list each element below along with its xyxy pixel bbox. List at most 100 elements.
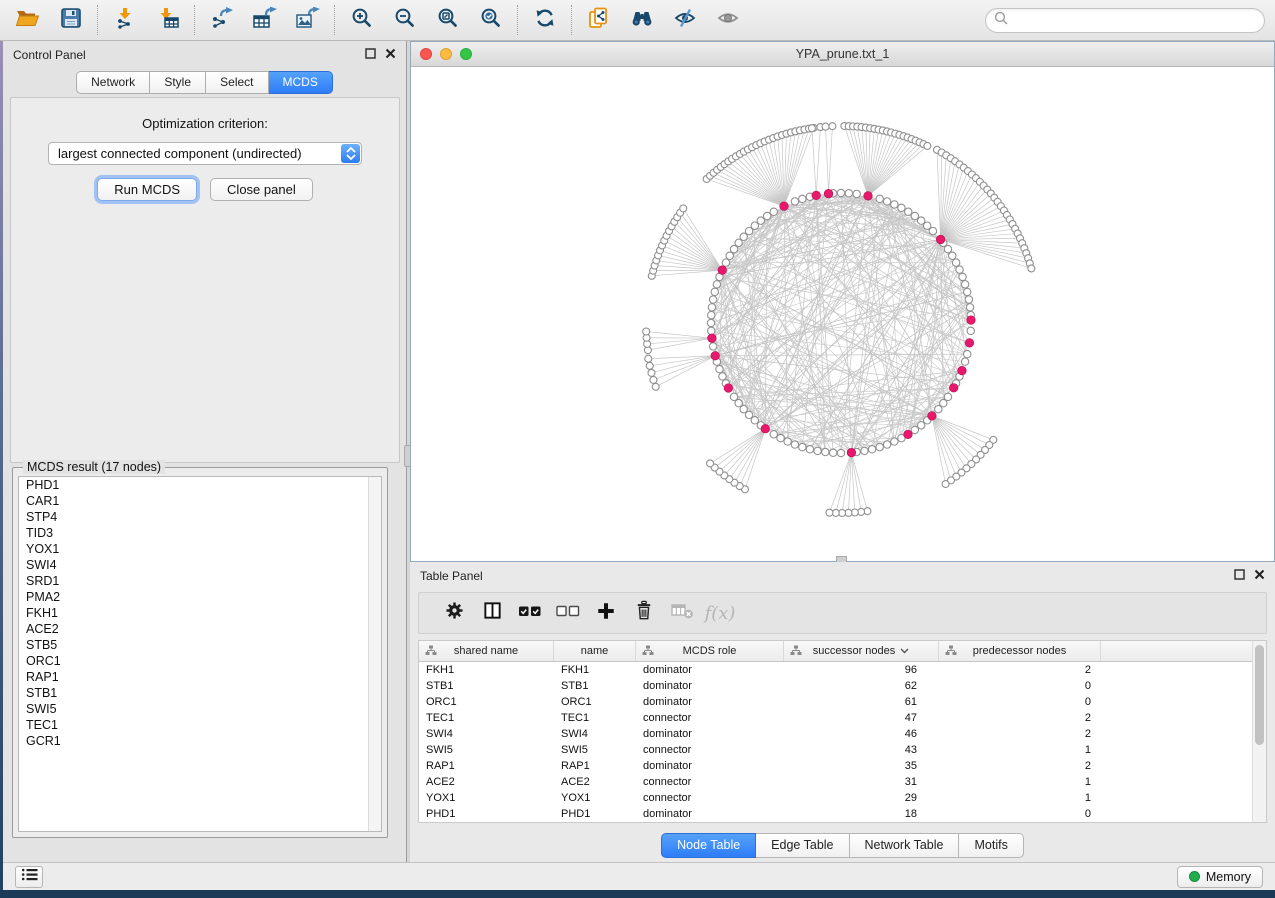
close-panel-button[interactable]: Close panel	[210, 178, 313, 201]
table-cell: 2	[939, 758, 1101, 774]
tab-network-table[interactable]: Network Table	[850, 833, 960, 858]
export-image-button[interactable]	[286, 3, 329, 37]
insert-column-button[interactable]	[473, 596, 511, 630]
table-row[interactable]: YOX1YOX1connector291	[419, 790, 1266, 806]
table-cell: dominator	[636, 758, 784, 774]
network-canvas[interactable]	[411, 67, 1274, 561]
mcds-result-item[interactable]: FKH1	[19, 605, 381, 621]
mcds-result-item[interactable]: STP4	[19, 509, 381, 525]
table-row[interactable]: RAP1RAP1dominator352	[419, 758, 1266, 774]
open-file-button[interactable]	[6, 3, 49, 37]
mcds-result-item[interactable]: GCR1	[19, 733, 381, 749]
column-header-name[interactable]: name	[554, 641, 636, 661]
table-cell	[1101, 662, 1266, 678]
task-history-button[interactable]	[15, 866, 43, 888]
mcds-result-list[interactable]: PHD1CAR1STP4TID3YOX1SWI4SRD1PMA2FKH1ACE2…	[18, 476, 382, 832]
import-table-button[interactable]	[146, 3, 189, 37]
export-network-button[interactable]	[200, 3, 243, 37]
delete-table-button[interactable]	[663, 596, 701, 630]
table-cell: 1	[939, 790, 1101, 806]
hide-graphics-details-button[interactable]	[663, 3, 706, 37]
memory-status-icon	[1189, 871, 1200, 882]
tab-mcds[interactable]: MCDS	[269, 71, 333, 94]
table-scrollbar[interactable]	[1252, 641, 1266, 822]
mcds-result-item[interactable]: TID3	[19, 525, 381, 541]
import-network-button[interactable]	[103, 3, 146, 37]
table-row[interactable]: PHD1PHD1dominator180	[419, 806, 1266, 822]
table-row[interactable]: ORC1ORC1dominator610	[419, 694, 1266, 710]
table-row[interactable]: SWI5SWI5connector431	[419, 742, 1266, 758]
float-panel-icon[interactable]	[365, 46, 376, 64]
zoom-fit-button[interactable]	[426, 3, 469, 37]
close-panel-icon[interactable]	[1254, 567, 1265, 585]
mcds-result-item[interactable]: PMA2	[19, 589, 381, 605]
mcds-result-item[interactable]: SRD1	[19, 573, 381, 589]
table-cell	[1101, 774, 1266, 790]
criterion-select[interactable]: largest connected component (undirected)	[48, 142, 362, 165]
function-builder-button[interactable]: f(x)	[701, 596, 739, 630]
refresh-button[interactable]	[523, 3, 566, 37]
function-icon: f(x)	[705, 603, 736, 624]
table-row[interactable]: SWI4SWI4dominator462	[419, 726, 1266, 742]
memory-label: Memory	[1206, 870, 1251, 884]
mcds-result-item[interactable]: RAP1	[19, 669, 381, 685]
table-cell: SWI4	[419, 726, 554, 742]
desktop-background-bottom	[0, 890, 1275, 898]
mcds-result-item[interactable]: STB1	[19, 685, 381, 701]
column-header-successor-nodes[interactable]: successor nodes	[784, 641, 939, 661]
export-table-button[interactable]	[243, 3, 286, 37]
column-header-MCDS-role[interactable]: MCDS role	[636, 641, 784, 661]
search-field[interactable]	[985, 8, 1265, 33]
search-network-button[interactable]	[620, 3, 663, 37]
mcds-result-item[interactable]: TEC1	[19, 717, 381, 733]
new-network-from-selection-button[interactable]	[577, 3, 620, 37]
save-session-button[interactable]	[49, 3, 92, 37]
table-panel-title: Table Panel	[420, 569, 483, 583]
search-input[interactable]	[1013, 13, 1256, 27]
mcds-result-item[interactable]: CAR1	[19, 493, 381, 509]
run-mcds-button[interactable]: Run MCDS	[97, 178, 197, 201]
refresh-icon	[534, 7, 556, 34]
tab-select[interactable]: Select	[206, 71, 268, 94]
network-titlebar[interactable]: YPA_prune.txt_1	[411, 42, 1274, 67]
tab-style[interactable]: Style	[150, 71, 206, 94]
delete-row-button[interactable]	[625, 596, 663, 630]
zoom-in-button[interactable]	[340, 3, 383, 37]
memory-button[interactable]: Memory	[1177, 866, 1263, 888]
scrollbar-thumb[interactable]	[1255, 645, 1264, 745]
mcds-result-item[interactable]: STB5	[19, 637, 381, 653]
mcds-result-scrollbar[interactable]	[368, 477, 381, 831]
close-panel-icon[interactable]	[385, 46, 396, 64]
table-cell: ACE2	[554, 774, 636, 790]
mcds-result-item[interactable]: SWI4	[19, 557, 381, 573]
table-row[interactable]: ACE2ACE2connector311	[419, 774, 1266, 790]
table-cell: YOX1	[419, 790, 554, 806]
table-row[interactable]: FKH1FKH1dominator962	[419, 662, 1266, 678]
deselect-all-button[interactable]	[549, 596, 587, 630]
node-table[interactable]: shared namenameMCDS rolesuccessor nodesp…	[418, 640, 1267, 823]
mcds-result-item[interactable]: ORC1	[19, 653, 381, 669]
float-panel-icon[interactable]	[1234, 567, 1245, 585]
mcds-result-item[interactable]: SWI5	[19, 701, 381, 717]
zoom-selected-button[interactable]	[469, 3, 512, 37]
cytoscape-window: Control Panel NetworkStyleSelectMCDS Opt…	[0, 0, 1275, 898]
column-header-predecessor-nodes[interactable]: predecessor nodes	[939, 641, 1101, 661]
table-settings-button[interactable]	[435, 596, 473, 630]
table-tabs: Node TableEdge TableNetwork TableMotifs	[410, 833, 1275, 858]
show-graphics-details-button[interactable]	[706, 3, 749, 37]
tab-network[interactable]: Network	[76, 71, 150, 94]
tab-node-table[interactable]: Node Table	[661, 833, 756, 858]
criterion-value: largest connected component (undirected)	[58, 146, 302, 161]
zoom-out-button[interactable]	[383, 3, 426, 37]
mcds-result-item[interactable]: ACE2	[19, 621, 381, 637]
table-row[interactable]: TEC1TEC1connector472	[419, 710, 1266, 726]
mcds-result-item[interactable]: YOX1	[19, 541, 381, 557]
tab-edge-table[interactable]: Edge Table	[756, 833, 849, 858]
tab-motifs[interactable]: Motifs	[959, 833, 1023, 858]
add-row-button[interactable]	[587, 596, 625, 630]
select-all-button[interactable]	[511, 596, 549, 630]
column-header-shared-name[interactable]: shared name	[419, 641, 554, 661]
export-table-icon	[252, 7, 278, 34]
table-row[interactable]: STB1STB1dominator620	[419, 678, 1266, 694]
mcds-result-item[interactable]: PHD1	[19, 477, 381, 493]
